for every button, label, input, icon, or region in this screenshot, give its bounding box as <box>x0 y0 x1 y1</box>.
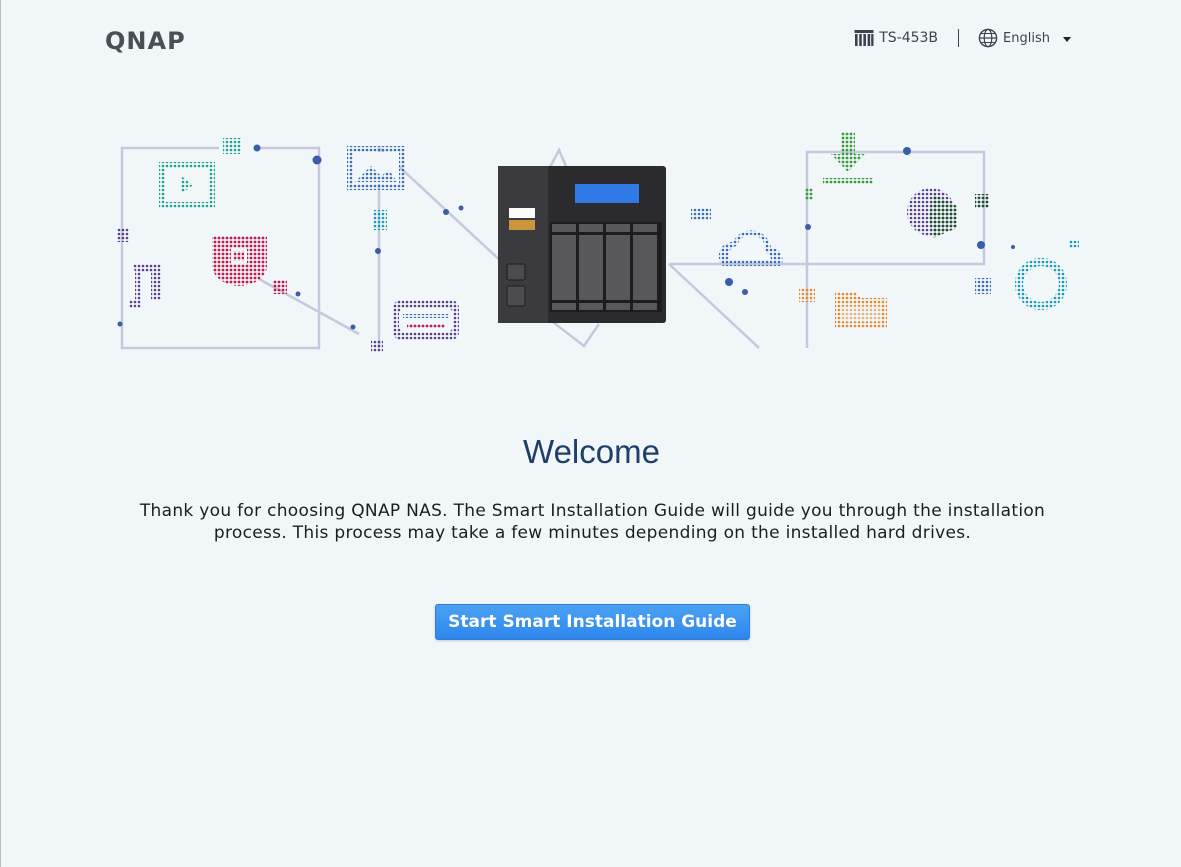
welcome-description: Thank you for choosing QNAP NAS. The Sma… <box>139 501 1046 543</box>
music-icon <box>129 264 161 308</box>
ring-icon <box>1015 258 1067 310</box>
hero-illustration <box>117 132 1079 352</box>
brand-logo-text: QNAP <box>105 27 186 54</box>
nas-device-illustration <box>498 166 666 323</box>
top-bar: TS-453B English <box>854 26 1071 50</box>
nas-device-icon <box>854 30 874 46</box>
header-divider <box>958 29 960 47</box>
qnap-logo: QNAP <box>105 27 186 54</box>
chevron-down-icon <box>1063 36 1071 42</box>
language-label: English <box>1003 30 1050 46</box>
globe-icon <box>978 28 998 48</box>
device-model: TS-453B <box>854 29 938 47</box>
start-installation-button[interactable]: Start Smart Installation Guide <box>435 604 750 640</box>
language-selector[interactable]: English <box>978 28 1071 48</box>
model-label: TS-453B <box>879 30 939 46</box>
welcome-title: Welcome <box>523 433 660 470</box>
